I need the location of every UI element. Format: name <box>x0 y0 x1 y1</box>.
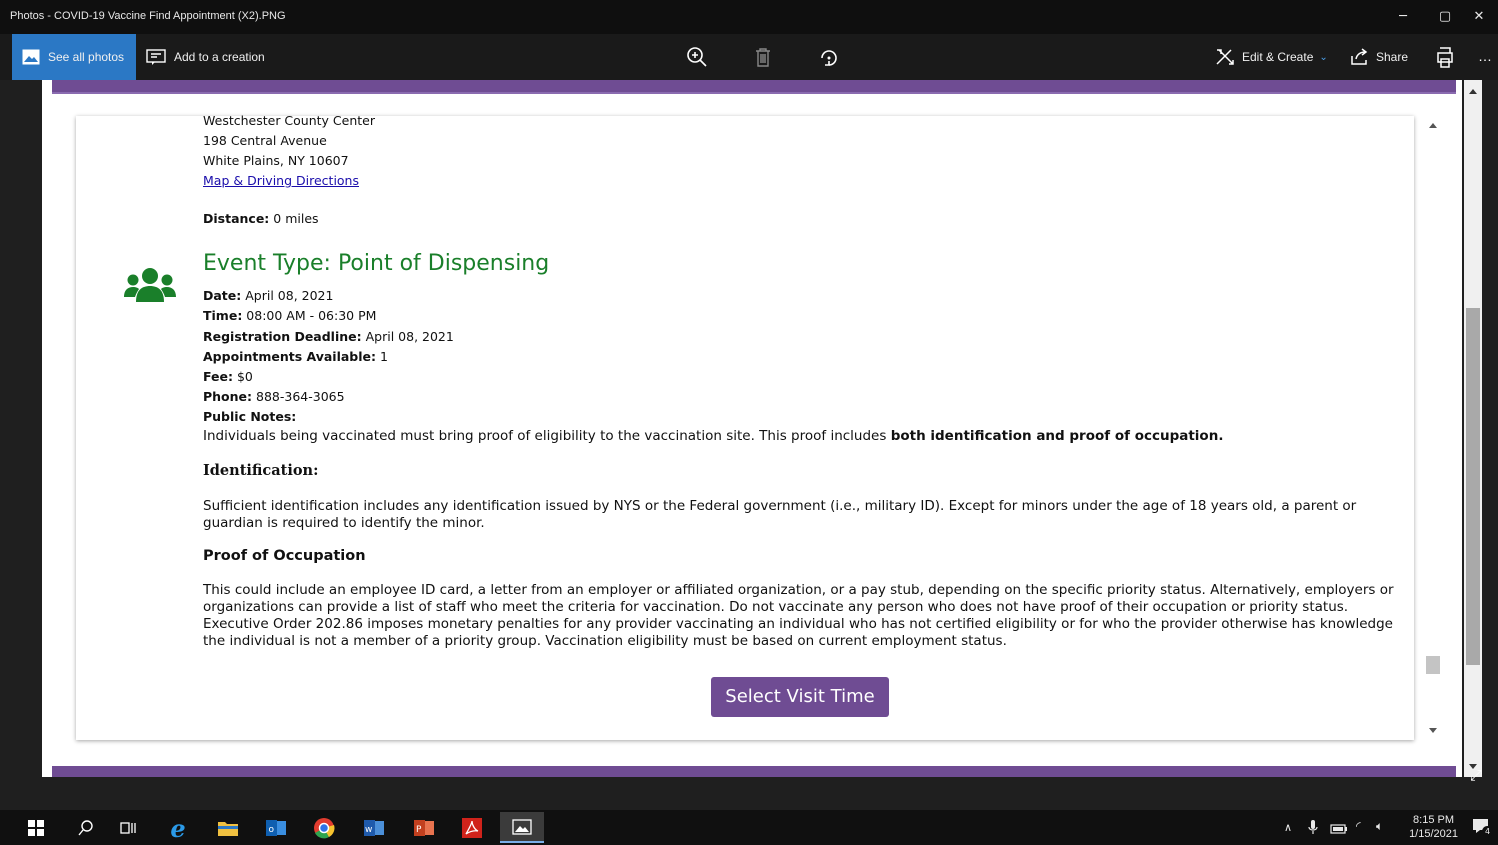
notes-text: Individuals being vaccinated must bring … <box>203 428 891 444</box>
public-notes-heading: Public Notes: <box>203 409 296 424</box>
outer-scroll-thumb[interactable] <box>1466 308 1480 665</box>
notes-label: Public Notes: <box>203 409 297 424</box>
photos-taskbar-icon[interactable] <box>500 812 544 843</box>
microphone-icon[interactable] <box>1308 819 1318 839</box>
distance-label: Distance: <box>203 211 270 226</box>
location-name: Westchester County Center <box>203 113 375 128</box>
svg-text:P: P <box>416 825 422 835</box>
deadline-value: April 08, 2021 <box>361 329 454 344</box>
powerpoint-icon[interactable]: P <box>410 814 438 842</box>
edit-create-icon <box>1216 49 1234 65</box>
svg-text:w: w <box>365 825 372 835</box>
battery-icon[interactable] <box>1330 820 1348 839</box>
word-icon[interactable]: w <box>360 814 388 842</box>
identification-text: Sufficient identification includes any i… <box>203 498 1357 531</box>
distance: Distance: 0 miles <box>203 211 319 226</box>
volume-icon[interactable]: 🔈︎ <box>1376 819 1383 834</box>
edit-create-label: Edit & Create <box>1242 50 1314 64</box>
photos-toolbar: See all photos Add to a creation Edit & … <box>0 34 1498 80</box>
creation-icon <box>146 49 166 65</box>
edit-create-button[interactable]: Edit & Create ⌄ <box>1214 34 1328 80</box>
zoom-in-icon[interactable] <box>684 44 710 70</box>
share-icon <box>1351 48 1368 65</box>
chevron-up-icon[interactable]: ∧ <box>1284 821 1292 834</box>
windows-taskbar: e o w P ∧ ◜ 🔈︎ 8:15 PM 1/15/2021 4 <box>0 810 1498 845</box>
svg-text:o: o <box>269 825 275 835</box>
maximize-button[interactable]: ▢ <box>1430 6 1460 28</box>
photos-icon <box>22 49 40 65</box>
appointments-value: 1 <box>376 349 388 364</box>
notes-bold-text: both identification and proof of occupat… <box>890 428 1224 444</box>
wifi-icon[interactable]: ◜ <box>1356 819 1361 833</box>
purple-header-bar <box>52 80 1456 94</box>
phone-value: 888-364-3065 <box>252 389 345 404</box>
windows-start-icon[interactable] <box>22 814 50 842</box>
registration-deadline: Registration Deadline: April 08, 2021 <box>203 329 454 344</box>
delete-icon[interactable] <box>750 44 776 70</box>
event-fee: Fee: $0 <box>203 369 253 384</box>
outer-scrollbar[interactable] <box>1464 80 1482 777</box>
purple-footer-bar <box>52 766 1456 777</box>
see-all-photos-button[interactable]: See all photos <box>12 34 136 80</box>
event-phone: Phone: 888-364-3065 <box>203 389 345 404</box>
chevron-down-icon: ⌄ <box>1319 51 1328 63</box>
print-icon[interactable] <box>1432 44 1458 70</box>
identification-heading: Identification: <box>203 462 319 479</box>
share-label: Share <box>1376 50 1409 64</box>
map-directions-link[interactable]: Map & Driving Directions <box>203 173 359 188</box>
time-value: 08:00 AM - 06:30 PM <box>242 308 377 323</box>
event-time: Time: 08:00 AM - 06:30 PM <box>203 308 376 323</box>
screenshot-page: Westchester County Center 198 Central Av… <box>42 80 1462 777</box>
image-viewer: Westchester County Center 198 Central Av… <box>0 80 1498 810</box>
event-date: Date: April 08, 2021 <box>203 288 333 303</box>
more-options-icon[interactable]: … <box>1478 48 1492 64</box>
proof-of-occupation-heading: Proof of Occupation <box>203 548 366 564</box>
fee-value: $0 <box>233 369 253 384</box>
location-street: 198 Central Avenue <box>203 133 327 148</box>
inner-scrollbar[interactable] <box>1424 116 1442 740</box>
clock-date: 1/15/2021 <box>1409 828 1458 840</box>
add-to-creation-button[interactable]: Add to a creation <box>146 34 265 80</box>
event-type-title: Event Type: Point of Dispensing <box>203 251 550 276</box>
rotate-icon[interactable] <box>816 44 842 70</box>
select-visit-time-button[interactable]: Select Visit Time <box>711 677 889 717</box>
share-button[interactable]: Share <box>1350 34 1408 80</box>
title-bar: Photos - COVID-19 Vaccine Find Appointme… <box>0 0 1498 34</box>
appointments-available: Appointments Available: 1 <box>203 349 388 364</box>
users-icon <box>124 268 176 302</box>
chrome-icon[interactable] <box>310 814 338 842</box>
close-button[interactable]: ✕ <box>1464 6 1494 28</box>
date-label: Date: <box>203 288 242 303</box>
outlook-icon[interactable]: o <box>262 814 290 842</box>
date-value: April 08, 2021 <box>241 288 334 303</box>
appointments-label: Appointments Available: <box>203 349 377 364</box>
fee-label: Fee: <box>203 369 233 384</box>
proof-of-occupation-text: This could include an employee ID card, … <box>203 582 1394 649</box>
search-icon[interactable] <box>72 814 100 842</box>
minimize-button[interactable]: ─ <box>1388 6 1418 28</box>
acrobat-icon[interactable] <box>458 814 486 842</box>
task-view-icon[interactable] <box>114 814 142 842</box>
notification-center-icon[interactable]: 4 <box>1472 817 1493 837</box>
time-label: Time: <box>203 308 243 323</box>
phone-label: Phone: <box>203 389 253 404</box>
system-clock[interactable]: 8:15 PM 1/15/2021 <box>1409 813 1458 841</box>
deadline-label: Registration Deadline: <box>203 329 362 344</box>
file-explorer-icon[interactable] <box>214 814 242 842</box>
window-title: Photos - COVID-19 Vaccine Find Appointme… <box>10 10 286 22</box>
add-to-creation-label: Add to a creation <box>174 50 265 64</box>
see-all-photos-label: See all photos <box>48 50 125 64</box>
public-notes-text: Individuals being vaccinated must bring … <box>203 428 1408 445</box>
clock-time: 8:15 PM <box>1413 814 1455 826</box>
internet-explorer-icon[interactable]: e <box>164 814 192 843</box>
expand-icon[interactable]: ⤢ <box>1470 766 1482 784</box>
inner-scroll-thumb[interactable] <box>1426 656 1440 674</box>
distance-value: 0 miles <box>269 211 319 226</box>
notification-count: 4 <box>1482 826 1493 837</box>
location-city: White Plains, NY 10607 <box>203 153 349 168</box>
